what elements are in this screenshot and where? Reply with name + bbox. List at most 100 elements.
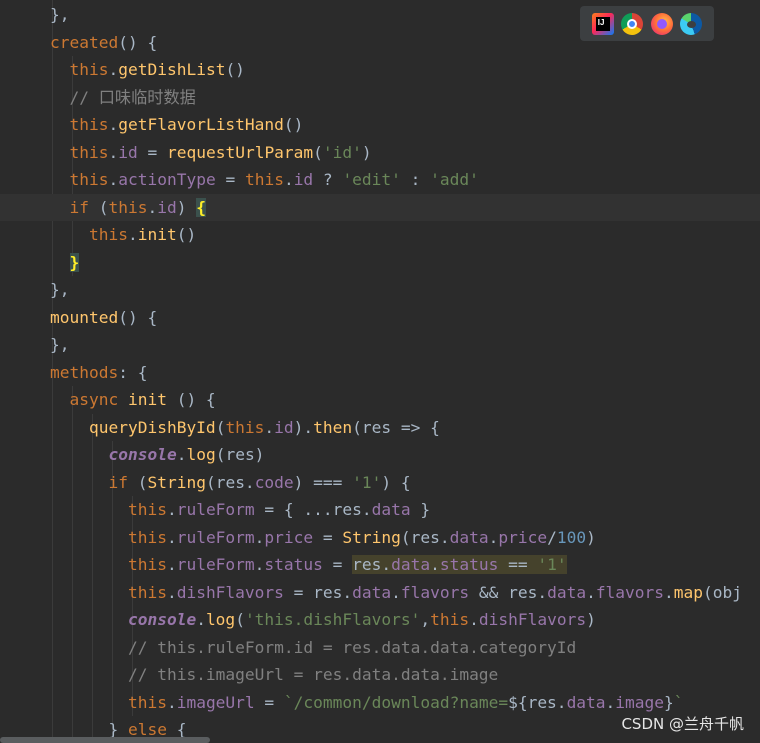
code-token: this xyxy=(50,170,109,189)
code-token: `/common/download?name= xyxy=(283,692,509,712)
code-token: ` xyxy=(673,692,684,712)
code-token: (res) xyxy=(215,445,265,464)
code-line[interactable]: if (this.id) { xyxy=(0,193,760,221)
code-token: '1' xyxy=(537,555,567,574)
code-token: && res. xyxy=(469,582,548,602)
code-token: if xyxy=(50,472,128,492)
firefox-icon[interactable] xyxy=(650,12,673,35)
code-token: . xyxy=(166,582,177,602)
code-token: requestUrlParam xyxy=(166,142,314,162)
code-token: this xyxy=(50,692,167,712)
code-token: . xyxy=(264,417,275,437)
code-token: = xyxy=(137,142,167,162)
code-line[interactable]: // this.ruleForm.id = res.data.data.cate… xyxy=(0,634,760,662)
code-token: 'edit' xyxy=(342,170,401,189)
code-token: 100 xyxy=(556,527,587,547)
code-token: . xyxy=(166,527,177,547)
code-line[interactable]: this.dishFlavors = res.data.flavors && r… xyxy=(0,579,760,607)
code-token: ? xyxy=(313,170,343,189)
code-line[interactable]: methods: { xyxy=(0,359,760,387)
code-line[interactable]: this.getDishList() xyxy=(0,56,760,84)
code-token: 'id' xyxy=(322,142,362,162)
code-token: 'this.dishFlavors' xyxy=(244,610,421,629)
code-token: ) xyxy=(361,142,372,162)
code-line[interactable]: this.ruleForm.price = String(res.data.pr… xyxy=(0,524,760,552)
code-token: / xyxy=(547,527,557,547)
code-token: . xyxy=(108,115,119,134)
intellij-icon-label: IJ xyxy=(597,17,605,27)
code-token: init xyxy=(127,390,167,409)
code-token: then xyxy=(313,417,353,437)
code-line[interactable]: }, xyxy=(0,276,760,304)
edge-icon[interactable] xyxy=(680,12,703,35)
code-token: async xyxy=(50,390,128,409)
code-token: = xyxy=(215,170,245,189)
code-line[interactable]: } xyxy=(0,249,760,277)
code-line[interactable]: async init () { xyxy=(0,386,760,414)
code-line[interactable]: // this.imageUrl = res.data.data.image xyxy=(0,661,760,689)
code-line[interactable]: if (String(res.code) === '1') { xyxy=(0,469,760,497)
code-token: // this.ruleForm.id = res.data.data.cate… xyxy=(50,637,577,657)
code-token: price xyxy=(498,527,548,547)
code-token: { xyxy=(196,197,206,217)
code-token: . xyxy=(664,582,674,602)
code-token: this xyxy=(50,142,109,162)
code-token: } xyxy=(410,500,431,519)
code-token: . xyxy=(166,555,177,574)
code-token: map xyxy=(673,582,704,602)
code-line[interactable]: this.ruleForm.status = res.data.status =… xyxy=(0,551,760,579)
code-token: . xyxy=(166,692,177,712)
code-token: }, xyxy=(50,5,70,24)
code-line[interactable]: this.ruleForm = { ...res.data } xyxy=(0,496,760,524)
code-token: this xyxy=(50,115,109,134)
code-token: (obj xyxy=(703,582,743,602)
code-line[interactable]: this.init() xyxy=(0,221,760,249)
code-token: ) === xyxy=(293,472,353,492)
code-token: . xyxy=(586,582,596,602)
code-line[interactable]: queryDishById(this.id).then(res => { xyxy=(0,414,760,442)
code-token: . xyxy=(108,170,119,189)
chrome-icon[interactable] xyxy=(621,12,644,35)
code-token: data xyxy=(371,500,411,519)
code-token: this xyxy=(50,555,167,574)
code-token: . xyxy=(108,142,119,162)
horizontal-scrollbar[interactable] xyxy=(0,737,210,743)
intellij-icon[interactable]: IJ xyxy=(591,12,614,35)
code-token: image xyxy=(615,692,665,712)
code-token: methods xyxy=(50,362,119,382)
code-token: ( xyxy=(127,472,148,492)
code-token: } xyxy=(664,692,674,712)
code-line[interactable]: this.actionType = this.id ? 'edit' : 'ad… xyxy=(0,166,760,194)
code-editor[interactable]: }, created() { this.getDishList() // 口味临时… xyxy=(0,0,760,743)
code-token: price xyxy=(264,527,314,547)
code-token: ruleForm xyxy=(176,527,255,547)
code-line[interactable]: this.getFlavorListHand() xyxy=(0,111,760,139)
code-token: () xyxy=(176,225,197,244)
code-line[interactable]: console.log(res) xyxy=(0,441,760,469)
code-token: data xyxy=(391,555,431,574)
code-token: this xyxy=(225,417,265,437)
code-token: this xyxy=(50,225,128,244)
code-token: . xyxy=(430,555,440,574)
code-token: () { xyxy=(118,307,158,327)
code-token: }, xyxy=(50,335,70,354)
code-line[interactable]: console.log('this.dishFlavors',this.dish… xyxy=(0,606,760,634)
code-token: . xyxy=(176,445,187,464)
code-token: getFlavorListHand xyxy=(118,115,284,134)
code-token: status xyxy=(264,555,323,574)
code-token: ) { xyxy=(381,472,411,492)
code-token: data xyxy=(547,582,587,602)
code-token: code xyxy=(254,472,294,492)
code-line[interactable]: // 口味临时数据 xyxy=(0,84,760,112)
code-token: : { xyxy=(118,362,148,382)
code-line[interactable]: this.imageUrl = `/common/download?name=$… xyxy=(0,689,760,717)
code-token: ( xyxy=(235,610,245,629)
code-line[interactable]: mounted() { xyxy=(0,304,760,332)
code-token: (res. xyxy=(400,527,450,547)
code-line[interactable]: this.id = requestUrlParam('id') xyxy=(0,139,760,167)
code-token: // this.imageUrl = res.data.data.image xyxy=(50,665,499,684)
code-token: ( xyxy=(215,417,226,437)
code-token: id xyxy=(274,417,294,437)
code-line[interactable]: }, xyxy=(0,331,760,359)
code-token: flavors xyxy=(400,582,470,602)
